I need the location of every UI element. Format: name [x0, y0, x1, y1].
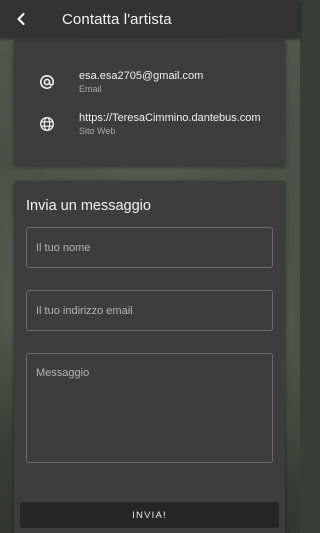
send-button[interactable]: INVIA!: [20, 502, 279, 528]
form-title: Invia un messaggio: [26, 198, 151, 214]
contact-website-row[interactable]: https://TeresaCimmino.dantebus.com Sito …: [14, 104, 285, 144]
contact-email-value: esa.esa2705@gmail.com: [79, 70, 204, 82]
contact-email-label: Email: [79, 84, 102, 94]
message-form-card: Invia un messaggio INVIA!: [14, 181, 285, 533]
contact-website-label: Sito Web: [79, 126, 116, 136]
contact-email-row[interactable]: esa.esa2705@gmail.com Email: [14, 62, 285, 102]
at-sign-icon: [39, 74, 55, 90]
message-textarea[interactable]: [26, 353, 273, 463]
page-title: Contatta l'artista: [62, 10, 172, 28]
globe-icon: [39, 116, 55, 132]
contacts-card: esa.esa2705@gmail.com Email https://Tere…: [14, 40, 285, 166]
back-button[interactable]: [0, 0, 42, 38]
app-bar: Contatta l'artista: [0, 0, 300, 38]
back-arrow-icon: [14, 12, 28, 26]
email-input[interactable]: [26, 290, 273, 331]
contact-website-value: https://TeresaCimmino.dantebus.com: [79, 112, 261, 124]
name-input[interactable]: [26, 227, 273, 268]
